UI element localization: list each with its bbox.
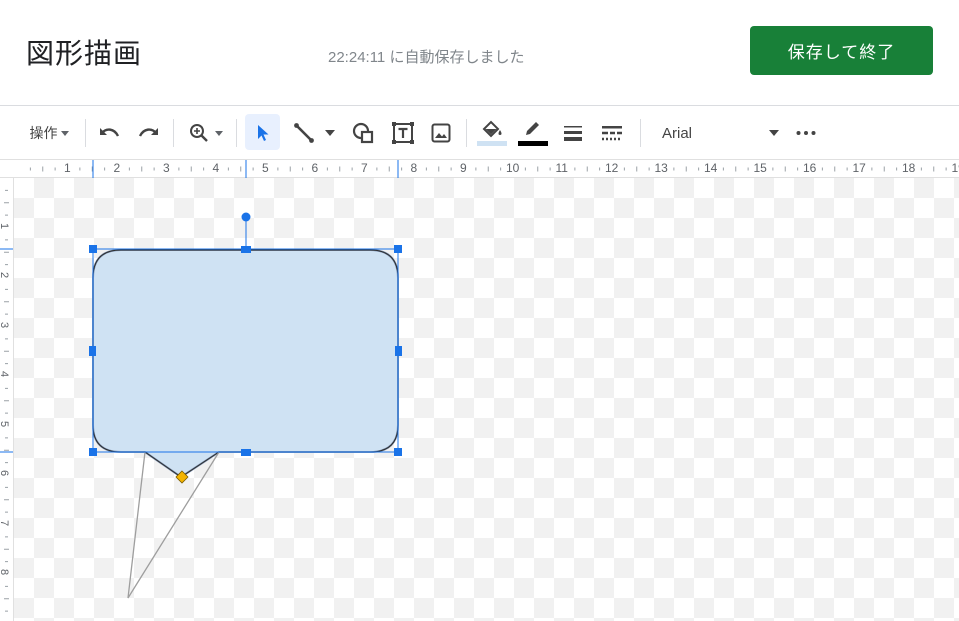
textbox-icon[interactable]	[388, 107, 418, 159]
page-title: 図形描画	[26, 37, 143, 70]
divider	[173, 119, 174, 147]
ruler-number: 19	[951, 161, 959, 175]
ruler-number: 17	[852, 161, 866, 175]
border-dash-icon[interactable]	[597, 107, 627, 159]
ruler-number: 2	[0, 272, 10, 278]
toolbar: 操作 Arial	[0, 107, 959, 159]
ruler-number: 6	[0, 470, 10, 476]
ruler-number: 7	[0, 519, 10, 525]
undo-icon[interactable]	[96, 107, 124, 159]
autosave-status: 22:24:11 に自動保存しました	[328, 49, 525, 66]
ruler-number: 8	[410, 161, 418, 175]
font-family-value: Arial	[662, 124, 693, 142]
image-icon[interactable]	[426, 107, 456, 159]
ruler-number: 13	[654, 161, 668, 175]
divider	[466, 119, 467, 147]
actions-menu[interactable]: 操作	[24, 107, 74, 159]
actions-menu-label: 操作	[29, 125, 58, 141]
redo-icon[interactable]	[134, 107, 162, 159]
ruler-number: 16	[803, 161, 817, 175]
ruler-number: 14	[704, 161, 718, 175]
ruler-number: 9	[460, 161, 467, 175]
vertical-ruler: 1 2 3 4 5 6 7 8	[0, 178, 14, 621]
font-family-select[interactable]: Arial	[652, 107, 784, 159]
ruler-number: 3	[0, 321, 10, 327]
more-icon[interactable]	[793, 107, 819, 159]
shape-icon[interactable]	[348, 107, 378, 159]
ruler-number: 12	[605, 161, 619, 175]
drawing-canvas[interactable]	[14, 178, 959, 621]
chevron-down-icon	[769, 130, 779, 136]
ruler-number: 2	[113, 161, 121, 175]
ruler-number: 5	[0, 420, 10, 426]
ruler-number: 10	[506, 161, 520, 175]
ruler-number: 4	[212, 161, 220, 175]
ruler-number: 1	[64, 161, 71, 175]
ruler-number: 5	[262, 161, 269, 175]
ruler-number: 11	[555, 161, 568, 175]
ruler-number: 18	[902, 161, 916, 175]
ruler-number: 3	[163, 161, 170, 175]
divider	[640, 119, 641, 147]
horizontal-ruler: 12345678910111213141516171819	[0, 159, 959, 178]
border-color-icon[interactable]	[517, 107, 549, 159]
select-icon[interactable]	[245, 107, 280, 159]
zoom-icon[interactable]	[184, 107, 228, 159]
header: 図形描画 22:24:11 に自動保存しました 保存して終了	[0, 0, 959, 106]
ruler-number: 6	[311, 161, 319, 175]
divider	[236, 119, 237, 147]
line-icon[interactable]	[288, 107, 340, 159]
border-weight-icon[interactable]	[558, 107, 588, 159]
ruler-number: 15	[753, 161, 767, 175]
ruler-number: 1	[0, 222, 10, 228]
fill-color-icon[interactable]	[476, 107, 508, 159]
ruler-ticks	[0, 189, 13, 612]
ruler-number: 7	[361, 161, 368, 175]
ruler-number: 4	[0, 371, 10, 377]
save-and-close-button[interactable]: 保存して終了	[750, 26, 933, 75]
chevron-down-icon	[60, 130, 69, 136]
ruler-number: 8	[0, 569, 10, 575]
divider	[85, 119, 86, 147]
